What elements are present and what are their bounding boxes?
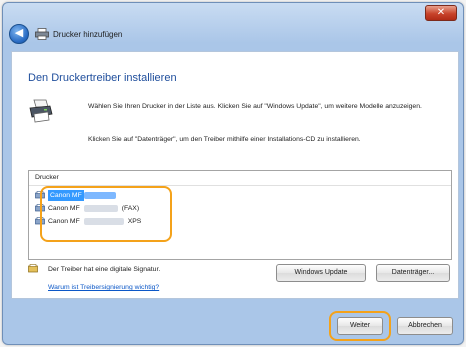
close-button[interactable]: ✕ (425, 5, 457, 21)
signed-driver-icon (28, 264, 38, 273)
cancel-button[interactable]: Abbrechen (397, 317, 453, 335)
signature-status: Der Treiber hat eine digitale Signatur. (48, 266, 161, 273)
add-printer-window: ✕ ◀ Drucker hinzufügen Den Druckertreibe… (2, 2, 464, 345)
page-heading: Den Druckertreiber installieren (28, 72, 177, 84)
instruction-text: Wählen Sie Ihren Drucker in der Liste au… (88, 103, 422, 110)
printer-icon (35, 28, 49, 40)
content-panel: Den Druckertreiber installieren Wählen S… (11, 51, 459, 299)
instruction-text-disk: Klicken Sie auf "Datenträger", um den Tr… (88, 136, 361, 143)
highlight-ring (329, 311, 391, 341)
highlight-ring (40, 186, 172, 242)
disk-button[interactable]: Datenträger... (376, 264, 450, 282)
list-column-header[interactable]: Drucker (29, 171, 451, 186)
back-button[interactable]: ◀ (9, 24, 29, 44)
dialog-button-bar: Weiter Abbrechen (11, 301, 457, 341)
windows-update-button[interactable]: Windows Update (276, 264, 366, 282)
window-title: Drucker hinzufügen (53, 29, 123, 39)
titlebar: ◀ Drucker hinzufügen (9, 21, 449, 47)
printer-icon (29, 99, 53, 123)
signature-info-link[interactable]: Warum ist Treibersignierung wichtig? (48, 284, 159, 291)
